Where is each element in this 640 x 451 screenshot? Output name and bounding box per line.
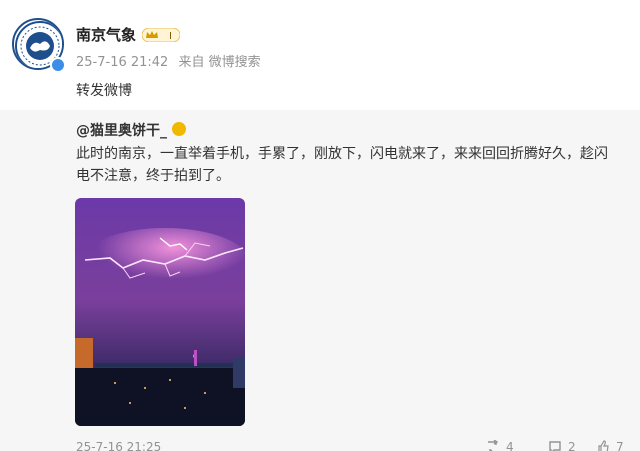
vip-crown-icon[interactable]: I	[142, 28, 180, 42]
comment-icon	[549, 441, 561, 451]
repost-icon	[488, 440, 499, 451]
retweet-footer: 25-7-16 21:25 4 2 7	[76, 440, 636, 451]
like-button[interactable]: 7	[596, 440, 624, 451]
retweet-time[interactable]: 25-7-16 21:25	[76, 440, 161, 451]
comment-button[interactable]: 2	[548, 440, 576, 451]
repost-text: 转发微博	[76, 83, 132, 99]
author-name[interactable]: 南京气象	[76, 24, 136, 45]
lightning-image	[75, 198, 245, 426]
original-text: 此时的南京，一直举着手机，手累了，刚放下，闪电就来了，来来回回折腾好久，趁闪电不…	[76, 146, 608, 184]
post-time[interactable]: 25-7-16 21:42	[76, 55, 168, 70]
post-header: 南京气象 I 25-7-16 21:42 来自 微博搜索 转发微博	[0, 0, 640, 110]
retweet-card[interactable]: @猫里奥饼干_ 此时的南京，一直举着手机，手累了，刚放下，闪电就来了，来来回回折…	[0, 110, 640, 451]
verified-icon	[50, 57, 66, 73]
lightning-photo[interactable]	[75, 198, 245, 426]
original-author[interactable]: @猫里奥饼干_	[76, 120, 167, 140]
post-meta: 25-7-16 21:42 来自 微博搜索	[76, 51, 267, 70]
gold-verified-icon	[172, 122, 186, 136]
thumbs-up-icon	[598, 440, 609, 451]
repost-button[interactable]: 4	[486, 440, 514, 451]
svg-text:I: I	[169, 31, 172, 42]
like-count: 7	[616, 440, 624, 451]
repost-count: 4	[506, 440, 514, 451]
post-source[interactable]: 来自 微博搜索	[178, 55, 260, 70]
comment-count: 2	[568, 440, 576, 451]
